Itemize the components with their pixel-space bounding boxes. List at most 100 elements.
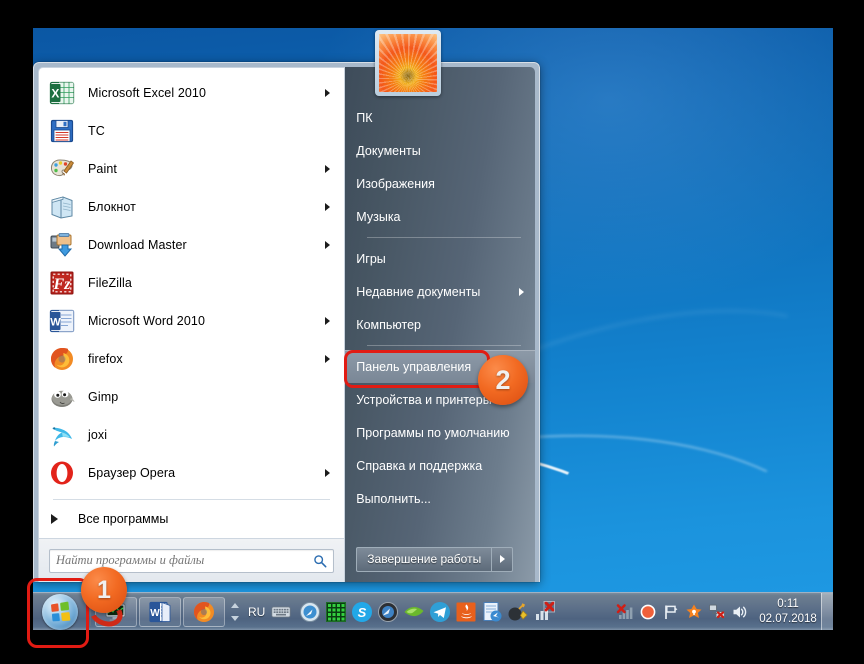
taskbar-tray-apps: S bbox=[299, 600, 616, 623]
taskbar-tray-app[interactable] bbox=[455, 601, 477, 623]
language-code: RU bbox=[248, 604, 266, 619]
user-avatar[interactable] bbox=[375, 30, 441, 96]
orange-circle-icon[interactable] bbox=[639, 603, 657, 621]
right-item-label: Недавние документы bbox=[356, 284, 481, 299]
screenshot-root: X Microsoft Excel 2010 TC Paint Блокнот Downl… bbox=[0, 0, 864, 664]
program-label: Download Master bbox=[88, 238, 187, 252]
scroll-down-icon[interactable] bbox=[231, 615, 239, 621]
taskbar-tray-app[interactable]: S bbox=[351, 601, 373, 623]
program-label: Блокнот bbox=[88, 200, 136, 214]
chevron-right-icon[interactable] bbox=[519, 287, 524, 296]
network-bomb-icon bbox=[508, 602, 528, 620]
taskbar-tray-app[interactable] bbox=[533, 600, 556, 623]
right-item-label: Игры bbox=[356, 251, 386, 266]
start-menu-program-item[interactable]: Download Master bbox=[39, 226, 344, 264]
gimp-icon bbox=[51, 390, 75, 407]
program-label: joxi bbox=[88, 428, 108, 442]
network-signal-error-icon[interactable] bbox=[616, 603, 634, 621]
right-pane-spacer bbox=[345, 515, 535, 536]
shutdown-row: Завершение работы bbox=[345, 536, 535, 582]
start-menu-right-item[interactable]: Игры bbox=[345, 242, 535, 275]
chevron-right-icon[interactable] bbox=[325, 165, 331, 173]
start-menu: X Microsoft Excel 2010 TC Paint Блокнот Downl… bbox=[33, 62, 540, 582]
start-menu-right-item[interactable]: ПК bbox=[345, 101, 535, 134]
volume-icon[interactable] bbox=[731, 603, 749, 621]
start-menu-right-item[interactable]: Программы по умолчанию bbox=[345, 416, 535, 449]
start-menu-right-item[interactable]: Справка и поддержка bbox=[345, 449, 535, 482]
opera-icon bbox=[51, 461, 73, 485]
start-menu-right-item[interactable]: Недавние документы bbox=[345, 275, 535, 308]
taskbar-scroll-buttons[interactable] bbox=[228, 597, 242, 627]
right-item-label: Музыка bbox=[356, 209, 401, 224]
chevron-right-icon[interactable] bbox=[325, 241, 331, 249]
joxi-icon bbox=[52, 427, 72, 447]
windows-logo-icon bbox=[50, 601, 71, 621]
keyboard-icon[interactable] bbox=[271, 605, 291, 619]
right-item-label: Устройства и принтеры bbox=[356, 392, 492, 407]
start-menu-left-pane: X Microsoft Excel 2010 TC Paint Блокнот Downl… bbox=[38, 67, 346, 582]
start-menu-program-item[interactable]: W Microsoft Word 2010 bbox=[39, 302, 344, 340]
taskbar-clock[interactable]: 0:11 02.07.2018 bbox=[755, 597, 821, 627]
taskbar-tray-app[interactable] bbox=[429, 601, 451, 623]
start-menu-right-item[interactable]: Выполнить... bbox=[345, 482, 535, 515]
start-menu-program-item[interactable]: TC bbox=[39, 112, 344, 150]
taskbar-tray-app[interactable] bbox=[377, 601, 399, 623]
svg-text:Fz: Fz bbox=[53, 276, 72, 293]
green-grid-icon bbox=[326, 601, 347, 622]
firefox-icon bbox=[51, 348, 73, 370]
start-menu-right-item[interactable]: Изображения bbox=[345, 167, 535, 200]
start-menu-program-item[interactable]: firefox bbox=[39, 340, 344, 378]
start-menu-program-item[interactable]: joxi bbox=[39, 416, 344, 454]
taskbar-tray-app[interactable] bbox=[325, 601, 347, 623]
search-box[interactable] bbox=[49, 548, 335, 573]
start-menu-right-item[interactable]: Документы bbox=[345, 134, 535, 167]
chevron-right-icon[interactable] bbox=[325, 469, 331, 477]
start-button[interactable] bbox=[33, 593, 87, 630]
start-menu-program-item[interactable]: Gimp bbox=[39, 378, 344, 416]
word-icon: W bbox=[49, 309, 75, 333]
chevron-right-icon[interactable] bbox=[325, 317, 331, 325]
start-menu-right-item[interactable]: Музыка bbox=[345, 200, 535, 233]
chevron-right-icon[interactable] bbox=[325, 89, 331, 97]
action-center-flag-icon[interactable] bbox=[662, 603, 680, 621]
chevron-right-icon[interactable] bbox=[325, 355, 331, 363]
all-programs-button[interactable]: Все программы bbox=[39, 500, 344, 538]
right-item-label: ПК bbox=[356, 110, 373, 125]
chevron-right-icon[interactable] bbox=[325, 203, 331, 211]
taskbar-button-word[interactable]: W bbox=[139, 596, 181, 627]
start-menu-program-item[interactable]: Браузер Opera bbox=[39, 454, 344, 492]
program-label: Microsoft Word 2010 bbox=[88, 314, 205, 328]
taskbar-button-firefox[interactable] bbox=[183, 596, 225, 627]
shutdown-options-button[interactable] bbox=[491, 546, 514, 572]
avast-icon[interactable] bbox=[685, 603, 703, 621]
show-desktop-button[interactable] bbox=[821, 593, 833, 630]
right-pane-divider bbox=[367, 345, 521, 346]
program-label: Браузер Opera bbox=[88, 466, 176, 480]
taskbar-tray-app[interactable] bbox=[481, 601, 503, 623]
start-menu-right-item[interactable]: Компьютер bbox=[345, 308, 535, 341]
right-pane-list: ПК Документы Изображения Музыка Игры Недавние… bbox=[345, 101, 535, 515]
taskbar-tray-app[interactable] bbox=[507, 601, 529, 623]
scroll-up-icon[interactable] bbox=[231, 602, 239, 608]
skype-icon: S bbox=[352, 601, 373, 622]
taskbar-tray-app[interactable] bbox=[403, 601, 425, 623]
taskbar-tray-app[interactable] bbox=[299, 601, 321, 623]
start-menu-program-item[interactable]: X Microsoft Excel 2010 bbox=[39, 74, 344, 112]
network-error-icon bbox=[536, 600, 556, 620]
annotation-badge-1: 1 bbox=[81, 567, 127, 613]
start-menu-program-item[interactable]: Fz FileZilla bbox=[39, 264, 344, 302]
start-menu-program-item[interactable]: Блокнот bbox=[39, 188, 344, 226]
floppy-icon bbox=[50, 119, 74, 143]
language-bar[interactable]: RU bbox=[248, 605, 291, 619]
search-input[interactable] bbox=[56, 553, 314, 568]
program-label: Gimp bbox=[88, 390, 119, 404]
svg-text:S: S bbox=[358, 605, 367, 620]
svg-text:X: X bbox=[51, 87, 59, 101]
start-menu-program-item[interactable]: Paint bbox=[39, 150, 344, 188]
right-item-label: Программы по умолчанию bbox=[356, 425, 510, 440]
blue-document-icon bbox=[483, 601, 502, 621]
shutdown-button[interactable]: Завершение работы bbox=[356, 546, 492, 572]
program-label: TC bbox=[88, 124, 105, 138]
network-disconnected-icon[interactable] bbox=[708, 603, 726, 621]
right-pane-divider bbox=[367, 237, 521, 238]
